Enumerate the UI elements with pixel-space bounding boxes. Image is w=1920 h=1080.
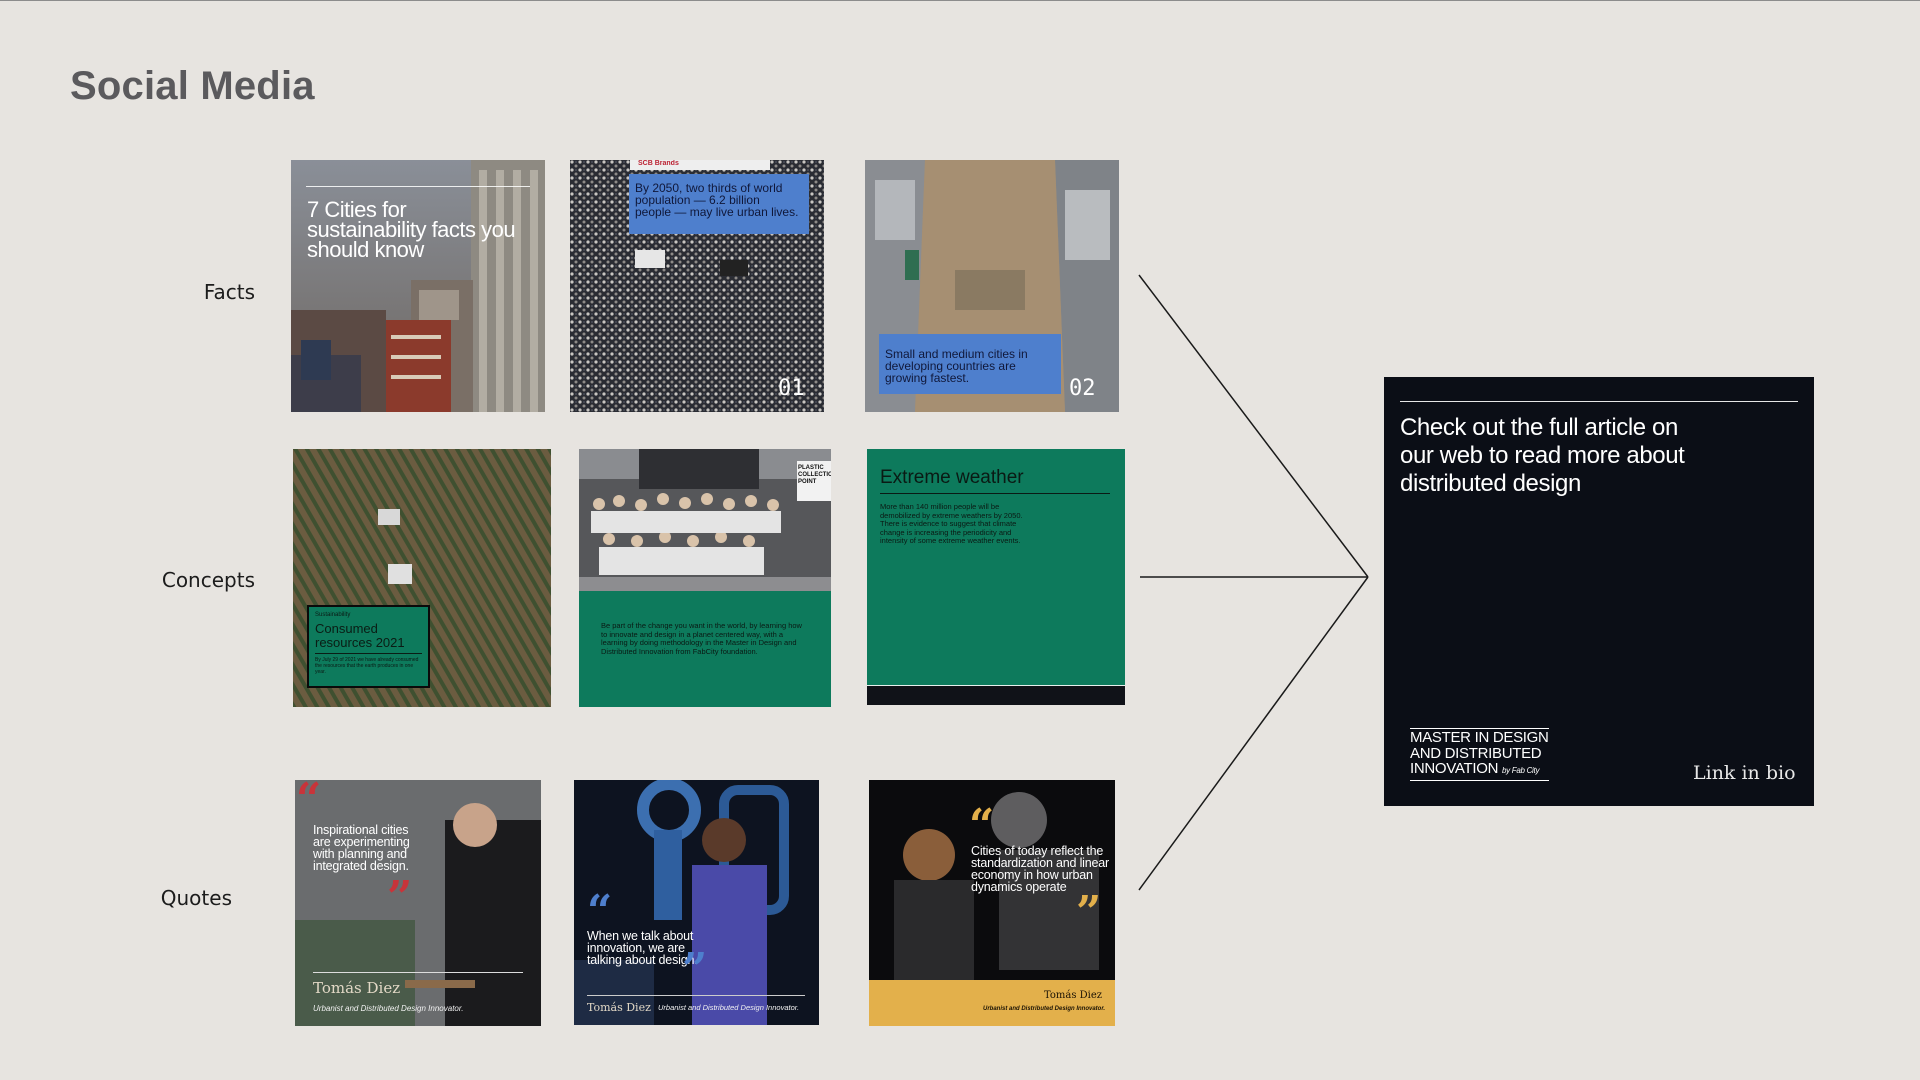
author-signature: Tomás Diez <box>313 979 401 997</box>
quote-open-icon: “ <box>969 800 995 851</box>
quote-close-icon: ” <box>387 872 413 923</box>
concept-title: Extreme weather <box>880 467 1024 488</box>
quotes-tile-1[interactable]: “ Inspirational cities are experimenting… <box>295 780 541 1026</box>
bottom-band <box>867 686 1125 705</box>
quote-open-icon: “ <box>587 886 613 937</box>
concepts-tile-resources[interactable]: Sustainability Consumed resources 2021 B… <box>293 449 551 707</box>
concept-body: Be part of the change you want in the wo… <box>601 621 802 656</box>
quote-close-icon: ” <box>682 944 708 995</box>
concept-kicker: Sustainability <box>315 612 351 618</box>
link-in-bio[interactable]: Link in bio <box>1693 762 1796 784</box>
row-label-concepts: Concepts <box>161 568 255 592</box>
quote-rule <box>313 972 523 973</box>
logo-by: by Fab City <box>1502 766 1540 775</box>
concept-body: More than 140 million people will be dem… <box>880 502 1023 545</box>
quote-open-icon: “ <box>296 780 322 825</box>
master-logo: MASTER IN DESIGN AND DISTRIBUTED INNOVAT… <box>1410 728 1549 781</box>
concepts-tile-group[interactable]: PLASTIC COLLECTION POINT Be part of the … <box>579 449 831 707</box>
author-role: Urbanist and Distributed Design Innovato… <box>313 1004 464 1013</box>
plastic-sign: PLASTIC COLLECTION POINT <box>798 465 831 485</box>
quote-close-icon: ” <box>1076 887 1102 938</box>
facts-tile-population[interactable]: SCB Brands By 2050, two thirds of world … <box>570 160 824 412</box>
page-title: Social Media <box>70 64 315 108</box>
fact-number: 01 <box>778 376 805 401</box>
quotes-tile-2[interactable]: “ When we talk about innovation, we are … <box>574 780 819 1025</box>
row-label-facts: Facts <box>203 280 255 304</box>
row-label-quotes: Quotes <box>160 886 232 910</box>
billboard-sign: SCB Brands <box>638 160 679 167</box>
connector-lines <box>1138 274 1369 891</box>
cta-headline: Check out the full article on our web to… <box>1400 414 1685 497</box>
logo-line-1: MASTER IN DESIGN <box>1410 728 1549 746</box>
fact-text-box: By 2050, two thirds of world population … <box>629 174 809 234</box>
logo-line-2: AND DISTRIBUTED <box>1410 744 1542 762</box>
author-role: Urbanist and Distributed Design Innovato… <box>658 1003 800 1012</box>
concept-title: Consumed resources 2021 <box>315 621 405 650</box>
top-divider <box>0 0 1920 1</box>
logo-line-3: INNOVATION <box>1410 760 1499 777</box>
quote-rule <box>587 995 805 996</box>
author-signature: Tomás Diez <box>1044 990 1103 1001</box>
group-photo <box>579 449 831 591</box>
fact-number: 02 <box>1069 376 1096 401</box>
author-signature: Tomás Diez <box>587 1001 651 1014</box>
author-role: Urbanist and Distributed Design Innovato… <box>983 1006 1106 1012</box>
concept-rule <box>880 493 1110 494</box>
cta-rule <box>1400 401 1798 402</box>
facts-title: 7 Cities for sustainability facts you sh… <box>307 197 516 262</box>
cta-card[interactable]: Check out the full article on our web to… <box>1384 377 1814 806</box>
quote-text: Cities of today reflect the standardizat… <box>971 844 1109 894</box>
facts-tile-cities[interactable]: 7 Cities for sustainability facts you sh… <box>291 160 545 412</box>
quotes-tile-3[interactable]: “ Cities of today reflect the standardiz… <box>869 780 1115 1026</box>
concept-body: By July 29 of 2021 we have already consu… <box>315 657 419 675</box>
quote-text: Inspirational cities are experimenting w… <box>313 823 410 873</box>
concept-rule <box>315 653 422 654</box>
concept-card: Sustainability Consumed resources 2021 B… <box>307 605 430 688</box>
facts-tile-growth[interactable]: Small and medium cities in developing co… <box>865 160 1119 412</box>
fact-text-box: Small and medium cities in developing co… <box>879 334 1061 394</box>
concepts-tile-weather[interactable]: Extreme weather More than 140 million pe… <box>867 449 1125 705</box>
tile-rule <box>306 186 530 187</box>
